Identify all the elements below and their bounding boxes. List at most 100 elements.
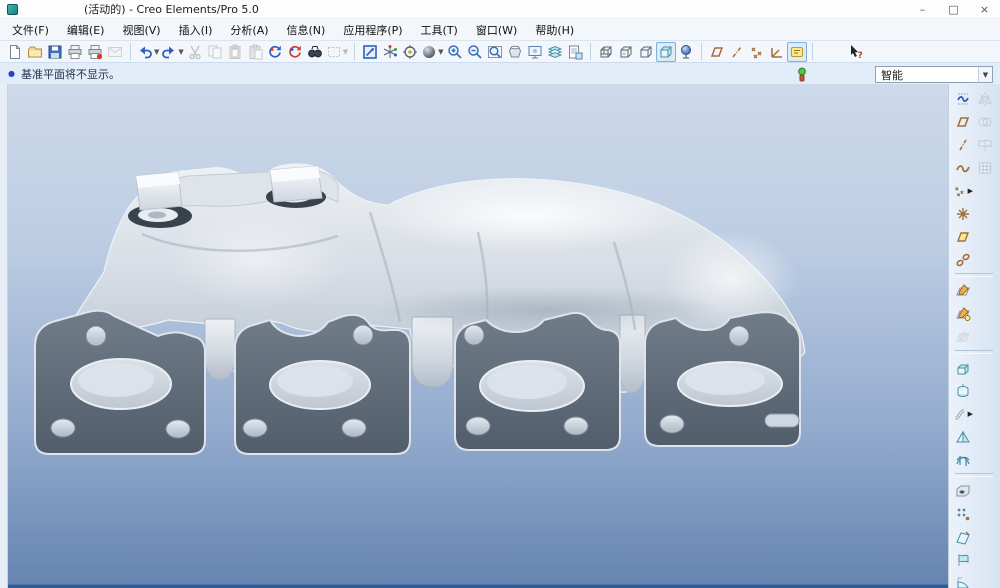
print-button[interactable] bbox=[65, 42, 85, 62]
style-tool-button[interactable] bbox=[952, 88, 974, 109]
feature-toolbar-row bbox=[952, 356, 996, 379]
blend-tool-button[interactable] bbox=[952, 426, 974, 447]
model-exhaust-manifold[interactable] bbox=[8, 84, 948, 588]
shaded-button[interactable] bbox=[656, 42, 676, 62]
datum-axis-tool-button[interactable] bbox=[952, 134, 974, 155]
use-edge-tool-icon bbox=[955, 329, 971, 345]
saved-orientation-button[interactable] bbox=[505, 42, 525, 62]
open-file-button[interactable] bbox=[25, 42, 45, 62]
sweep-tool-button[interactable]: ▶ bbox=[952, 403, 974, 424]
datum-display-icon bbox=[678, 44, 694, 60]
draft-tool-button[interactable] bbox=[952, 526, 974, 547]
menu-view[interactable]: 视图(V) bbox=[113, 20, 169, 40]
graphics-viewport[interactable] bbox=[8, 84, 948, 588]
toggle-datum-points-button[interactable] bbox=[747, 42, 767, 62]
menu-applications[interactable]: 应用程序(P) bbox=[334, 20, 411, 40]
hidden-line-icon bbox=[618, 44, 634, 60]
empty-cell bbox=[974, 449, 996, 470]
zoom-in-icon bbox=[447, 44, 463, 60]
menu-help[interactable]: 帮助(H) bbox=[526, 20, 583, 40]
menu-file[interactable]: 文件(F) bbox=[3, 20, 58, 40]
find-button[interactable] bbox=[305, 42, 325, 62]
dropdown-caret-icon[interactable]: ▼ bbox=[343, 48, 348, 56]
app-icon[interactable] bbox=[7, 4, 18, 15]
context-help-button[interactable] bbox=[846, 42, 866, 62]
datum-plane-tool-button[interactable] bbox=[952, 111, 974, 132]
toggle-annotations-button[interactable] bbox=[787, 42, 807, 62]
extrude-tool-button[interactable] bbox=[952, 357, 974, 378]
dropdown-caret-icon[interactable]: ▼ bbox=[438, 48, 443, 56]
flange-1[interactable] bbox=[35, 311, 205, 454]
flange-4[interactable] bbox=[645, 312, 800, 446]
toggle-csys-button[interactable] bbox=[767, 42, 787, 62]
selection-filter-combobox[interactable]: 智能 ▼ bbox=[875, 66, 993, 83]
field-point-tool-button[interactable] bbox=[952, 203, 974, 224]
new-file-button[interactable] bbox=[5, 42, 25, 62]
flyout-arrow-icon[interactable]: ▶ bbox=[968, 187, 973, 195]
datum-axis-tool-icon bbox=[955, 137, 971, 153]
spin-center-button[interactable] bbox=[380, 42, 400, 62]
minimize-button[interactable]: – bbox=[907, 0, 938, 18]
hole-tool-button[interactable] bbox=[952, 480, 974, 501]
field-point-tool-icon bbox=[955, 206, 971, 222]
wireframe-button[interactable] bbox=[596, 42, 616, 62]
sketch-tool-button[interactable] bbox=[952, 280, 974, 301]
zoom-out-button[interactable] bbox=[465, 42, 485, 62]
coordinate-system-tool-button[interactable] bbox=[952, 249, 974, 270]
toggle-datum-planes-button[interactable] bbox=[707, 42, 727, 62]
datum-curve-tool-button[interactable] bbox=[952, 157, 974, 178]
redo-button[interactable]: ▼ bbox=[160, 42, 184, 62]
dropdown-caret-icon[interactable]: ▼ bbox=[178, 48, 183, 56]
feature-toolbar-row bbox=[952, 548, 996, 571]
redraw-button[interactable] bbox=[360, 42, 380, 62]
flyout-arrow-icon[interactable]: ▶ bbox=[968, 410, 973, 418]
orient-mode-button[interactable] bbox=[400, 42, 420, 62]
redo-icon bbox=[161, 44, 177, 60]
boundary-blend-tool-button[interactable] bbox=[952, 449, 974, 470]
revolve-tool-button[interactable] bbox=[952, 380, 974, 401]
combobox-dropdown-arrow-icon[interactable]: ▼ bbox=[978, 67, 992, 82]
menu-insert[interactable]: 插入(I) bbox=[170, 20, 222, 40]
view-manager-button[interactable] bbox=[565, 42, 585, 62]
refit-button[interactable] bbox=[485, 42, 505, 62]
undo-button[interactable]: ▼ bbox=[136, 42, 160, 62]
round-tool-button[interactable] bbox=[952, 572, 974, 588]
regenerate-button[interactable] bbox=[265, 42, 285, 62]
save-file-button[interactable] bbox=[45, 42, 65, 62]
regen-status-traffic-light-icon[interactable] bbox=[796, 67, 808, 82]
menu-tools[interactable]: 工具(T) bbox=[412, 20, 467, 40]
empty-cell bbox=[974, 280, 996, 301]
close-button[interactable]: × bbox=[969, 0, 1000, 18]
trim-tool-button bbox=[974, 134, 996, 155]
toggle-datum-axes-button[interactable] bbox=[727, 42, 747, 62]
sweep-tool-icon bbox=[953, 406, 967, 422]
datum-display-button[interactable] bbox=[676, 42, 696, 62]
cut-icon bbox=[187, 44, 203, 60]
flange-3[interactable] bbox=[455, 313, 620, 450]
regenerate-manager-button[interactable] bbox=[285, 42, 305, 62]
pattern-tool-button[interactable] bbox=[952, 503, 974, 524]
navigator-sash[interactable] bbox=[0, 84, 8, 588]
menu-window[interactable]: 窗口(W) bbox=[467, 20, 526, 40]
standard-view-button[interactable] bbox=[525, 42, 545, 62]
layers-button[interactable] bbox=[545, 42, 565, 62]
menu-edit[interactable]: 编辑(E) bbox=[58, 20, 114, 40]
shade-button[interactable]: ▼ bbox=[420, 42, 444, 62]
feature-toolbar-row bbox=[952, 202, 996, 225]
empty-cell bbox=[974, 357, 996, 378]
maximize-button[interactable]: □ bbox=[938, 0, 969, 18]
hidden-line-button[interactable] bbox=[616, 42, 636, 62]
dropdown-caret-icon[interactable]: ▼ bbox=[154, 48, 159, 56]
toolbar-separator bbox=[701, 43, 702, 60]
feature-toolbar-row bbox=[952, 110, 996, 133]
flex-tool-button[interactable] bbox=[952, 549, 974, 570]
plane-tool-button[interactable] bbox=[952, 226, 974, 247]
internal-sketch-tool-button[interactable] bbox=[952, 303, 974, 324]
menu-info[interactable]: 信息(N) bbox=[278, 20, 335, 40]
zoom-in-button[interactable] bbox=[445, 42, 465, 62]
datum-point-tool-button[interactable]: ▶ bbox=[952, 180, 974, 201]
menu-analysis[interactable]: 分析(A) bbox=[221, 20, 277, 40]
flange-2[interactable] bbox=[235, 315, 410, 454]
print-setup-button[interactable] bbox=[85, 42, 105, 62]
no-hidden-button[interactable] bbox=[636, 42, 656, 62]
